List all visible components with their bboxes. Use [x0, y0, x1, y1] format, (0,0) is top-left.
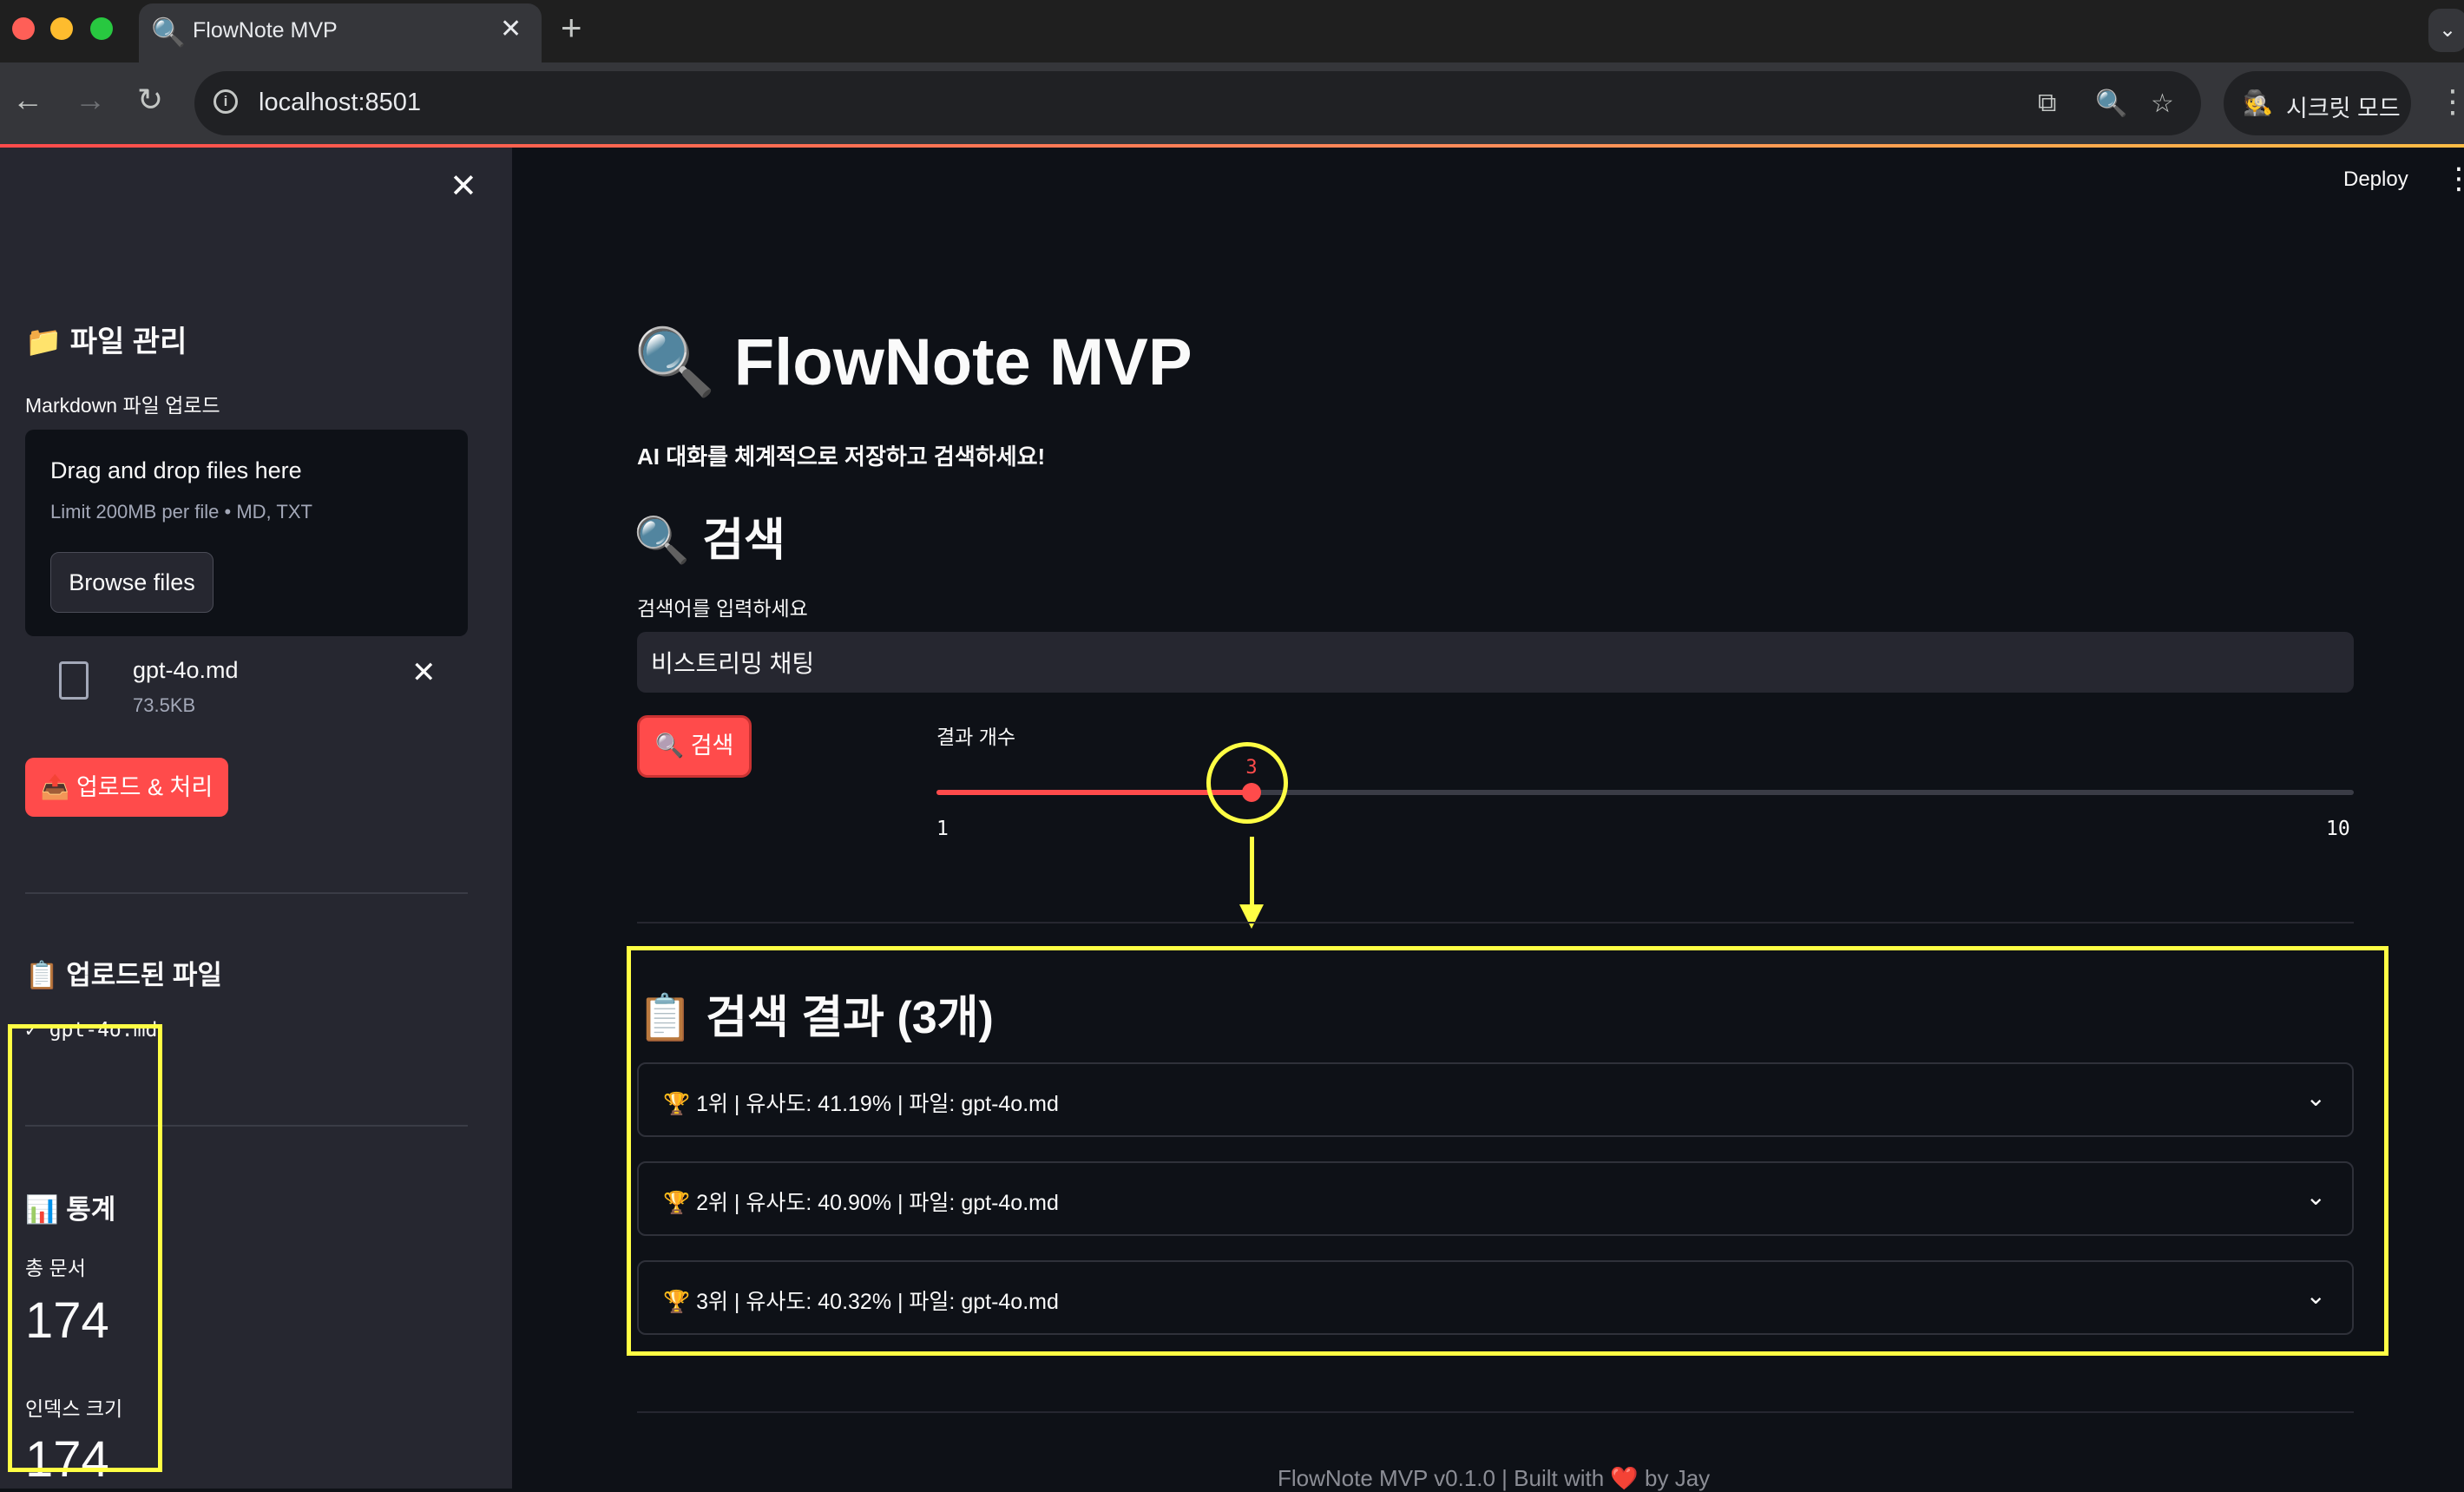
close-window-button[interactable] — [12, 17, 35, 40]
slider-highlight-annotation — [1206, 742, 1288, 824]
tab-search-button[interactable]: ⌄ — [2428, 9, 2464, 52]
bookmark-star-icon[interactable]: ☆ — [2151, 89, 2174, 119]
sidebar-divider — [25, 892, 468, 894]
result-expander-3[interactable]: 🏆 3위 | 유사도: 40.32% | 파일: gpt-4o.md ⌄ — [637, 1260, 2354, 1335]
browser-menu-icon[interactable]: ⋮ — [2437, 83, 2464, 120]
result-count-slider[interactable]: 3 — [936, 757, 2354, 802]
address-bar[interactable]: i localhost:8501 ⧉ 🔍 ☆ — [194, 71, 2201, 135]
main-divider — [637, 922, 2354, 923]
forward-icon[interactable]: → — [75, 82, 106, 118]
chevron-down-icon[interactable]: ⌄ — [2306, 1083, 2326, 1112]
minimize-window-button[interactable] — [50, 17, 73, 40]
dropzone-instructions: Drag and drop files here — [50, 457, 302, 483]
footer-text: FlowNote MVP v0.1.0 | Built with ❤️ by J… — [1278, 1465, 1711, 1491]
page-title: 🔍 FlowNote MVP — [634, 325, 1193, 399]
browser-toolbar: ← → ↻ i localhost:8501 ⧉ 🔍 ☆ 🕵 시크릿 모드 ⋮ — [0, 62, 2464, 144]
uploaded-files-heading: 📋 업로드된 파일 — [25, 960, 222, 990]
result-label: 🏆 3위 | 유사도: 40.32% | 파일: gpt-4o.md — [663, 1290, 1059, 1314]
dropzone-limit: Limit 200MB per file • MD, TXT — [50, 501, 312, 523]
uploaded-file-name: gpt-4o.md — [133, 657, 239, 683]
uploader-label: Markdown 파일 업로드 — [25, 394, 220, 417]
maximize-window-button[interactable] — [90, 17, 113, 40]
annotation-arrow-head — [1239, 904, 1264, 929]
zoom-icon[interactable]: 🔍 — [2095, 89, 2127, 119]
new-tab-button[interactable]: + — [561, 7, 582, 49]
slider-min-label: 1 — [936, 818, 949, 840]
uploaded-file-size: 73.5KB — [133, 694, 196, 716]
file-dropzone[interactable]: Drag and drop files here Limit 200MB per… — [25, 430, 468, 636]
incognito-icon: 🕵 — [2243, 89, 2273, 116]
result-label: 🏆 2위 | 유사도: 40.90% | 파일: gpt-4o.md — [663, 1191, 1059, 1215]
translate-icon[interactable]: ⧉ — [2038, 89, 2056, 118]
search-input[interactable] — [637, 632, 2354, 693]
result-expander-1[interactable]: 🏆 1위 | 유사도: 41.19% | 파일: gpt-4o.md ⌄ — [637, 1062, 2354, 1137]
search-icon: 🔍 — [151, 16, 186, 48]
result-count-label: 결과 개수 — [936, 726, 1016, 748]
browse-files-button[interactable]: Browse files — [50, 552, 214, 613]
upload-process-button[interactable]: 📤 업로드 & 처리 — [25, 758, 228, 817]
remove-file-icon[interactable]: ✕ — [411, 655, 437, 690]
stats-highlight-annotation — [8, 1024, 162, 1472]
chevron-down-icon[interactable]: ⌄ — [2306, 1281, 2326, 1310]
close-sidebar-icon[interactable]: ✕ — [450, 167, 477, 206]
browser-tab[interactable]: 🔍 FlowNote MVP ✕ — [139, 3, 542, 62]
back-icon[interactable]: ← — [12, 82, 43, 118]
close-tab-icon[interactable]: ✕ — [500, 14, 522, 44]
tab-title: FlowNote MVP — [193, 18, 338, 43]
search-heading: 🔍 검색 — [634, 516, 785, 566]
result-label: 🏆 1위 | 유사도: 41.19% | 파일: gpt-4o.md — [663, 1092, 1059, 1116]
chevron-down-icon[interactable]: ⌄ — [2306, 1182, 2326, 1211]
reload-icon[interactable]: ↻ — [137, 82, 163, 118]
slider-fill — [936, 790, 1252, 795]
file-icon — [59, 661, 89, 700]
main-divider — [637, 1411, 2354, 1413]
browser-tab-bar: 🔍 FlowNote MVP ✕ + ⌄ — [0, 0, 2464, 62]
search-input-label: 검색어를 입력하세요 — [637, 597, 808, 620]
incognito-label: 시크릿 모드 — [2286, 95, 2401, 122]
results-heading: 📋 검색 결과 (3개) — [637, 993, 994, 1043]
slider-max-label: 10 — [2326, 818, 2350, 840]
incognito-badge[interactable]: 🕵 시크릿 모드 — [2224, 71, 2411, 135]
app-menu-icon[interactable]: ⋮ — [2444, 161, 2464, 196]
site-info-icon[interactable]: i — [214, 89, 238, 114]
file-management-heading: 📁 파일 관리 — [25, 325, 187, 358]
page-subtitle: AI 대화를 체계적으로 저장하고 검색하세요! — [637, 444, 1046, 470]
result-expander-2[interactable]: 🏆 2위 | 유사도: 40.90% | 파일: gpt-4o.md ⌄ — [637, 1161, 2354, 1236]
annotation-arrow-line — [1250, 837, 1254, 906]
search-button[interactable]: 🔍 검색 — [637, 715, 752, 778]
deploy-button[interactable]: Deploy — [2343, 168, 2408, 192]
url-text[interactable]: localhost:8501 — [259, 89, 421, 117]
